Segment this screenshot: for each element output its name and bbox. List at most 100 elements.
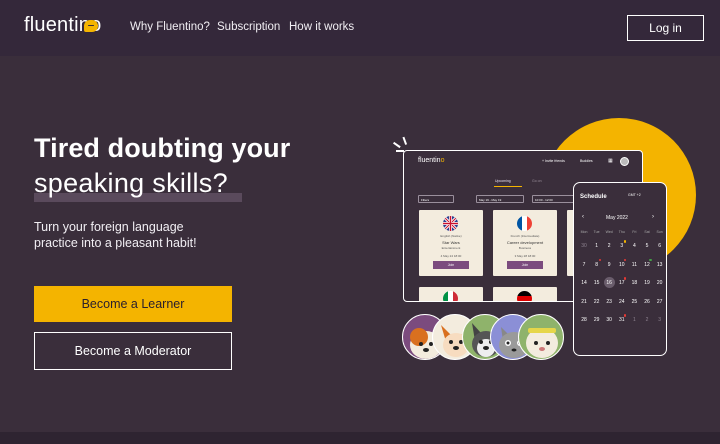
france-flag-icon [517,216,532,231]
timezone-select: GMT +2 [628,193,641,197]
calendar-day: 29 [593,317,600,323]
hero-title-line1: Tired doubting your [34,133,291,163]
card-meta: 3 May 28 18:00 [514,254,536,258]
sparkle-icon [396,150,404,152]
calendar-day: 14 [581,280,587,286]
calendar-icon: ▦ [608,158,613,164]
card-topic: Career development [506,240,544,245]
calendar-day: 5 [645,243,649,249]
weekday-label: Sun [656,230,663,234]
dog-avatar [432,314,478,360]
decorative-circle [542,118,696,272]
weekday-label: Tue [593,230,600,234]
calendar-day: 13 [656,261,663,268]
sparkle-icon [393,141,401,148]
card-language: English (Native) [440,234,462,238]
date-range-select: May 19 - May 19 [476,195,524,203]
laptop-logo: fluentino [418,157,445,164]
calendar-day: 30 [606,317,612,323]
weekday-label: Mon [580,230,588,234]
session-card [493,287,557,301]
calendar-day: 2 [645,317,649,323]
join-button: Join [507,261,543,269]
germany-flag-icon [517,291,532,301]
fox-avatar [402,314,448,360]
session-card [419,287,483,301]
calendar-day: 7 [582,261,586,268]
calendar-day: 30 [581,243,587,249]
event-dot [623,258,627,261]
calendar-day: 17 [619,280,625,286]
husky-avatar [462,314,508,360]
chevron-right-icon: › [652,214,654,220]
calendar-day: 22 [593,298,600,305]
event-dot [598,258,602,261]
tab-upcoming: Upcoming [495,179,511,183]
site-header: fluentino Why Fluentino? Subscription Ho… [0,0,720,56]
weekday-label: Wed [605,230,613,234]
calendar-day: 10 [619,261,625,268]
session-card [567,210,607,276]
calendar-day: 15 [593,280,600,286]
calendar-day: 8 [595,261,598,268]
invite-friends-link: + Invite friends [542,159,565,163]
calendar-day: 20 [656,280,663,286]
weekday-label: Sat [644,230,650,234]
calendar-day: 25 [631,298,638,305]
calendar-day: 31 [619,317,625,323]
page-bottom-strip [0,432,720,444]
calendar-day: 3 [658,317,661,323]
calendar-day: 1 [595,243,598,249]
join-button: Join [433,261,469,269]
card-category: Business [518,246,532,250]
calendar-day: 27 [656,298,663,305]
event-dot [623,314,627,317]
calendar-day: 9 [607,261,611,268]
calendar-day: 6 [658,243,661,249]
nav-why-fluentino[interactable]: Why Fluentino? [130,21,210,33]
selected-day-highlight [603,277,615,288]
filters-select: Filters [418,195,454,203]
calendar-day: 3 [620,243,624,249]
nav-subscription[interactable]: Subscription [217,21,280,33]
calendar-day: 16 [606,280,612,286]
schedule-title: Schedule [580,194,607,200]
weekday-label: Thu [618,230,625,234]
laptop-mockup: fluentino + Invite friends Buddies ▦ Upc… [403,150,643,302]
sparkle-icon [402,136,408,145]
avatar [620,157,629,166]
calendar-day: 18 [631,280,638,286]
session-card: French (Intermediate) Career development… [493,210,557,276]
event-dot [649,258,652,261]
tab-underline [494,186,522,187]
hero-title-line2: speaking skills? [34,168,228,198]
buddies-link: Buddies [580,159,593,163]
card-topic: Star Wars [442,240,460,245]
calendar-day: 26 [644,298,650,305]
logo-bubble-icon [84,20,98,32]
italy-flag-icon [443,291,458,301]
calendar-day: 23 [606,298,612,305]
calendar-month: May 2022 [606,215,628,221]
nav-how-it-works[interactable]: How it works [289,21,354,33]
weekday-label: Fri [632,230,637,234]
calendar-day: 24 [619,298,625,305]
calendar-day: 21 [581,298,587,305]
card-language: French (Intermediate) [510,234,540,238]
calendar-day: 28 [581,317,587,323]
card-category: Entertainment [441,246,461,250]
login-button[interactable]: Log in [627,15,704,41]
hero-subtitle: Turn your foreign language practice into… [34,220,197,250]
card-meta: 4 May 24 18:00 [440,254,462,258]
session-card: English (Native) Star Wars Entertainment… [419,210,483,276]
calendar-day: 11 [631,261,637,268]
hamster-avatar [518,314,564,360]
calendar-day: 4 [633,243,636,249]
calendar-day: 12 [644,261,650,268]
become-moderator-button[interactable]: Become a Moderator [34,332,232,370]
phone-mockup: Schedule GMT +2 ‹ May 2022 › Mon Tue Wed Th… [573,182,667,356]
chevron-left-icon: ‹ [582,214,584,220]
tab-go-on: Go on [532,179,542,183]
become-learner-button[interactable]: Become a Learner [34,286,232,322]
calendar-day: 1 [633,317,636,323]
